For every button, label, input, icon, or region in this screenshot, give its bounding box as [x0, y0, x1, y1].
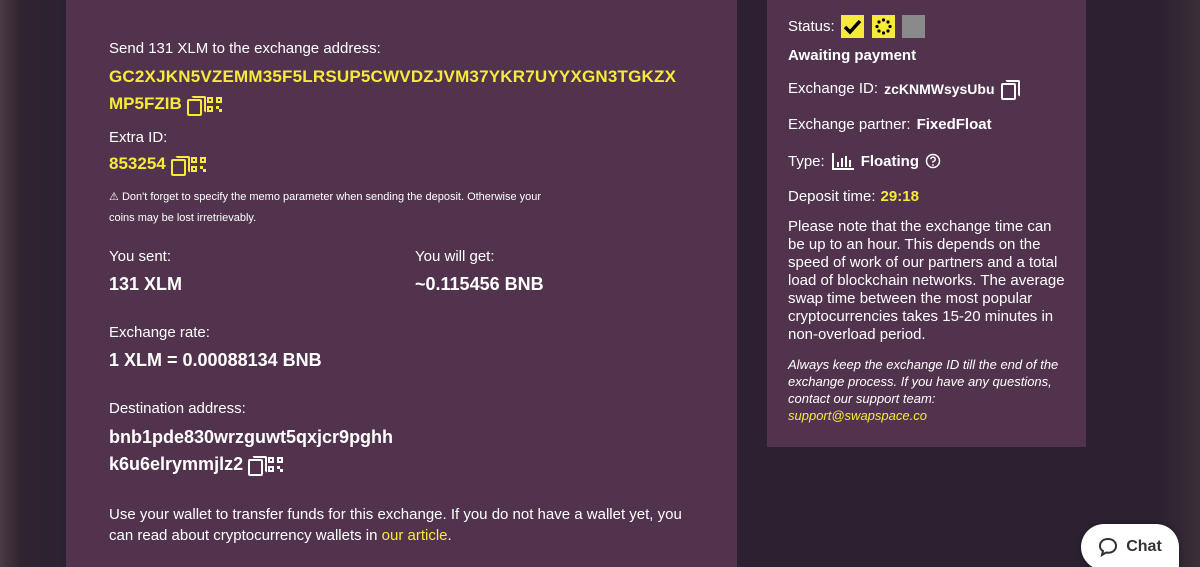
note-line: Please note that the exchange time can: [788, 218, 1052, 235]
destination-line1[interactable]: bnb1pde830wrzguwt5qxjcr9pghh: [109, 427, 393, 448]
chat-bubble-icon: [1099, 537, 1118, 557]
memo-warning: ⚠ Don't forget to specify the memo param…: [109, 187, 541, 229]
rate-label: Exchange rate:: [109, 324, 210, 341]
note-line: load of blockchain networks. The average: [788, 272, 1065, 289]
loading-icon: [875, 18, 892, 35]
copy-icon[interactable]: [248, 456, 268, 476]
exchange-id-row: Exchange ID: zcKNMWsysUbu: [788, 80, 1020, 100]
bar-chart-icon: [831, 153, 854, 170]
rate-value: 1 XLM = 0.00088134 BNB: [109, 350, 322, 370]
note-line: be up to an hour. This depends on the: [788, 236, 1041, 253]
destination-line2[interactable]: k6u6elrymmjlz2: [109, 454, 243, 475]
exchange-address-line2[interactable]: MP5FZIB: [109, 94, 182, 114]
help-circle-icon[interactable]: [925, 153, 941, 169]
warning-icon: ⚠: [109, 191, 119, 203]
check-icon: [843, 19, 862, 35]
qr-code-icon[interactable]: [268, 457, 284, 472]
exchange-id-value[interactable]: zcKNMWsysUbu: [884, 81, 994, 97]
extra-id-value[interactable]: 853254: [109, 154, 166, 174]
deposit-label: Deposit time:: [788, 188, 876, 205]
extra-id-label: Extra ID:: [109, 129, 168, 146]
qr-code-icon[interactable]: [206, 96, 222, 112]
support-email-link[interactable]: support@swapspace.co: [788, 408, 927, 423]
type-label: Type:: [788, 152, 825, 170]
note-line: cryptocurrencies takes 15-20 minutes in: [788, 308, 1054, 325]
warning-line2: coins may be lost irretrievably.: [109, 212, 257, 224]
deposit-time: 29:18: [880, 188, 919, 205]
wallet-note-prefix: can read about cryptocurrency wallets in: [109, 527, 382, 544]
get-label: You will get:: [415, 248, 495, 265]
status-card: Status: Awaiting payment Exchange ID: zc…: [767, 0, 1086, 447]
destination-row: k6u6elrymmjlz2: [109, 454, 284, 476]
status-step-inactive: [902, 15, 925, 38]
sent-label: You sent:: [109, 248, 171, 265]
type-row: Type: Floating: [788, 152, 941, 170]
exchange-time-note: Please note that the exchange time can b…: [788, 218, 1065, 344]
sent-value: 131 XLM: [109, 274, 183, 294]
copy-icon[interactable]: [170, 155, 190, 176]
article-link[interactable]: our article: [382, 527, 448, 544]
destination-label: Destination address:: [109, 400, 246, 417]
copy-icon[interactable]: [1000, 80, 1020, 100]
partner-value: FixedFloat: [916, 116, 992, 133]
type-value: Floating: [860, 152, 920, 170]
partner-label: Exchange partner:: [788, 116, 911, 133]
status-step-pending: [872, 15, 895, 38]
deposit-row: Deposit time: 29:18: [788, 188, 919, 205]
get-value: ~0.115456 BNB: [415, 274, 544, 294]
keep-line: contact our support team:: [788, 391, 936, 406]
note-line: non-overload period.: [788, 326, 926, 343]
wallet-note-suffix: .: [447, 527, 452, 544]
exchange-address-row: MP5FZIB: [109, 94, 222, 116]
support-note: Always keep the exchange ID till the end…: [788, 356, 1058, 424]
keep-line: exchange process. If you have any questi…: [788, 374, 1052, 389]
status-text: Awaiting payment: [788, 47, 917, 64]
partner-row: Exchange partner: FixedFloat: [788, 116, 992, 133]
wallet-note: Use your wallet to transfer funds for th…: [109, 504, 682, 546]
send-instruction: Send 131 XLM to the exchange address:: [109, 40, 381, 57]
exchange-address-line1[interactable]: GC2XJKN5VZEMM35F5LRSUP5CWVDZJVM37YKR7UYY…: [109, 67, 676, 87]
exchange-id-label: Exchange ID:: [788, 80, 879, 97]
warning-line1: Don't forget to specify the memo paramet…: [121, 191, 542, 203]
status-label: Status:: [788, 18, 835, 35]
keep-line: Always keep the exchange ID till the end…: [788, 357, 1059, 372]
wallet-note-line1: Use your wallet to transfer funds for th…: [109, 506, 682, 523]
copy-icon[interactable]: [186, 95, 206, 116]
exchange-details-card: Send 131 XLM to the exchange address: GC…: [66, 0, 737, 567]
note-line: swap time between the most popular: [788, 290, 1033, 307]
extra-id-row: 853254: [109, 154, 206, 176]
chat-button[interactable]: Chat: [1081, 524, 1179, 567]
status-step-done: [841, 15, 864, 38]
chat-label: Chat: [1126, 538, 1162, 555]
note-line: speed of work of our partners and a tota…: [788, 254, 1058, 271]
qr-code-icon[interactable]: [190, 156, 206, 172]
